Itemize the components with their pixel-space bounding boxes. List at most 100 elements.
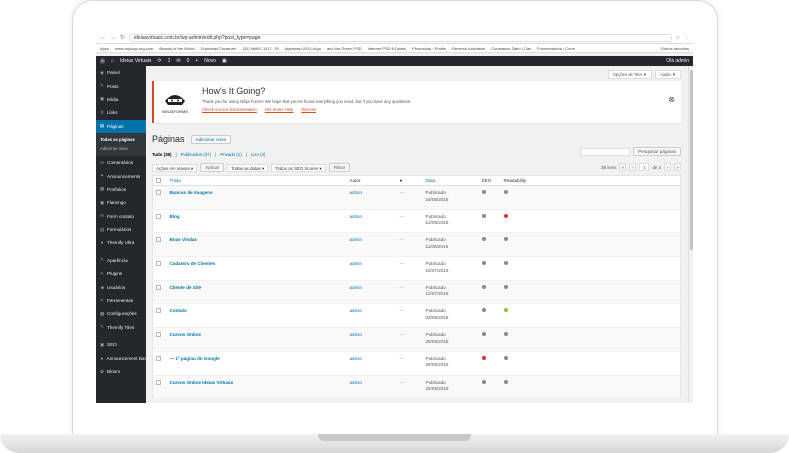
bookmark-item[interactable]: Download Treasure!: [201, 46, 237, 51]
row-checkbox[interactable]: [156, 308, 161, 314]
page-number-input[interactable]: 1: [639, 163, 650, 171]
sidebar-item[interactable]: ✎ Themify Tiles: [96, 321, 146, 334]
bookmark-item[interactable]: Internet PSD 6 Downl: [368, 46, 406, 51]
help-button[interactable]: Ajuda ▼: [654, 70, 681, 79]
author-link[interactable]: admin: [350, 380, 363, 385]
menu-icon[interactable]: ⋮: [684, 35, 689, 41]
last-page-button[interactable]: »: [674, 163, 681, 171]
filter-published[interactable]: Publicados (37): [181, 152, 212, 157]
author-link[interactable]: admin: [350, 237, 363, 242]
prev-page-button[interactable]: ‹: [629, 163, 637, 171]
row-checkbox[interactable]: [156, 237, 161, 243]
page-title-link[interactable]: Bancos de Imagens: [170, 190, 213, 195]
select-all-checkbox[interactable]: [156, 177, 161, 183]
row-checkbox[interactable]: [156, 355, 161, 361]
row-checkbox[interactable]: [156, 213, 161, 219]
row-checkbox[interactable]: [156, 190, 161, 195]
sidebar-item[interactable]: ✿ Bloom: [96, 365, 146, 378]
seo-header[interactable]: SEO: [478, 175, 501, 186]
new-link[interactable]: Novo: [204, 58, 216, 64]
row-checkbox[interactable]: [156, 379, 161, 385]
sidebar-item[interactable]: ◉ Painel: [96, 66, 146, 79]
author-link[interactable]: admin: [350, 285, 363, 290]
author-link[interactable]: admin: [350, 190, 363, 195]
sidebar-item[interactable]: ✦ Announcements: [96, 169, 146, 182]
help-link[interactable]: Get Some Help: [265, 107, 294, 112]
sidebar-item[interactable]: ▦ Configurações: [96, 307, 146, 320]
sidebar-item[interactable]: ✎ Aparência: [96, 254, 146, 267]
sidebar-item[interactable]: ⚲ Links: [96, 106, 146, 119]
page-title-link[interactable]: Boas Vindas: [170, 237, 198, 242]
comments-header[interactable]: ●: [396, 175, 423, 186]
search-input[interactable]: [580, 147, 631, 156]
wp-icon[interactable]: ▣: [222, 58, 227, 64]
search-button[interactable]: Pesquisar páginas: [633, 147, 681, 156]
row-checkbox[interactable]: [156, 332, 161, 338]
sidebar-item[interactable]: ✉ Form contato: [96, 210, 146, 223]
page-title-link[interactable]: Cursos Online: [170, 332, 201, 337]
apply-button[interactable]: Aplicar: [200, 163, 225, 172]
url-field[interactable]: ideiasvirtuais.com.br/wp-admin/edit.php?…: [129, 33, 672, 42]
updates-icon[interactable]: ⟳: [157, 58, 161, 64]
sidebar-item[interactable]: ▣ Mídia: [96, 93, 146, 106]
add-new-button[interactable]: Adicionar nova: [190, 134, 231, 144]
sidebar-item[interactable]: ▤ Páginas: [96, 119, 146, 133]
date-header[interactable]: Data: [422, 175, 479, 186]
page-title-link[interactable]: Cursos Online Ideias Virtuais: [170, 380, 234, 385]
filter-private[interactable]: Privado (1): [220, 152, 241, 157]
screen-options-button[interactable]: Opções de Tela ▼: [607, 70, 652, 79]
close-icon[interactable]: ⊗: [668, 95, 675, 104]
back-icon[interactable]: ←: [100, 35, 106, 41]
comments-icon[interactable]: ✉: [176, 58, 180, 64]
sidebar-item[interactable]: ✎ Posts: [96, 79, 146, 92]
dismiss-link[interactable]: Dismiss: [301, 107, 316, 112]
submenu-item[interactable]: Todas as páginas: [96, 135, 146, 144]
bookmark-item[interactable]: aux the Green PSD: [327, 46, 362, 51]
sidebar-item[interactable]: ▣ SEO: [96, 338, 146, 351]
documentation-link[interactable]: Check out our documentation: [202, 107, 257, 112]
bookmark-item[interactable]: Reverse Activation: [452, 46, 485, 51]
star-icon[interactable]: ☆: [676, 35, 680, 41]
next-page-button[interactable]: ›: [664, 163, 671, 171]
submenu-item[interactable]: Adicionar nova: [96, 144, 146, 153]
bulk-select[interactable]: Ações em massa ▾: [152, 163, 198, 172]
page-title-link[interactable]: Contato: [170, 308, 187, 313]
bookmark-item[interactable]: Fornecedores › Cone: [537, 46, 575, 51]
forward-icon[interactable]: →: [110, 35, 116, 41]
author-link[interactable]: admin: [350, 332, 363, 337]
filter-all[interactable]: Tudo (38): [152, 152, 171, 157]
sidebar-item[interactable]: ✉ Comentários: [96, 156, 146, 169]
author-link[interactable]: admin: [350, 261, 363, 266]
sidebar-item[interactable]: ▣ Flamingo: [96, 196, 146, 209]
sidebar-item[interactable]: ▤ Formulários: [96, 223, 146, 236]
user-greeting[interactable]: Olá admin: [666, 58, 689, 64]
sidebar-item[interactable]: ● Themify Ultra: [96, 236, 146, 249]
bookmark-item[interactable]: Constance Zahn | Cas: [491, 46, 531, 51]
sidebar-item[interactable]: ✎ Ferramentas: [96, 294, 146, 307]
title-header[interactable]: Título: [166, 175, 347, 186]
bookmark-item[interactable]: Brands of the World: [159, 46, 194, 51]
page-title-link[interactable]: Cadastro de Clientes: [170, 261, 216, 266]
author-link[interactable]: admin: [350, 356, 363, 361]
scrollbar-thumb[interactable]: [690, 70, 693, 250]
reload-icon[interactable]: ↻: [120, 34, 125, 41]
row-checkbox[interactable]: [156, 284, 161, 290]
filter-trash[interactable]: Lixo (2): [251, 152, 266, 157]
bookmark-item[interactable]: Apps: [100, 46, 109, 51]
first-page-button[interactable]: «: [619, 163, 627, 171]
scrollbar[interactable]: [688, 66, 693, 403]
bookmark-item[interactable]: Agendas>2011>Ago: [285, 46, 321, 51]
page-title-link[interactable]: — 1ª página do Google: [170, 356, 220, 361]
wordpress-icon[interactable]: Ⓦ: [100, 58, 105, 65]
seo-select[interactable]: Todos os SEO Scores ▾: [271, 163, 326, 172]
site-name[interactable]: Ideias Virtuais: [120, 58, 151, 64]
bookmark-item[interactable]: Photoshop › Profile: [412, 46, 446, 51]
sidebar-item[interactable]: ▦ Portfolios: [96, 183, 146, 196]
readability-header[interactable]: Readability: [500, 175, 681, 186]
page-title-link[interactable]: Blog: [170, 214, 180, 219]
sidebar-item[interactable]: ✎ Plugins: [96, 267, 146, 280]
other-bookmarks[interactable]: Outros favoritos: [661, 46, 689, 51]
date-select[interactable]: Todas as datas ▾: [227, 163, 269, 172]
page-title-link[interactable]: Cliente de Site: [170, 285, 202, 290]
bookmark-item[interactable]: www.mytogo.org.com: [115, 46, 153, 51]
